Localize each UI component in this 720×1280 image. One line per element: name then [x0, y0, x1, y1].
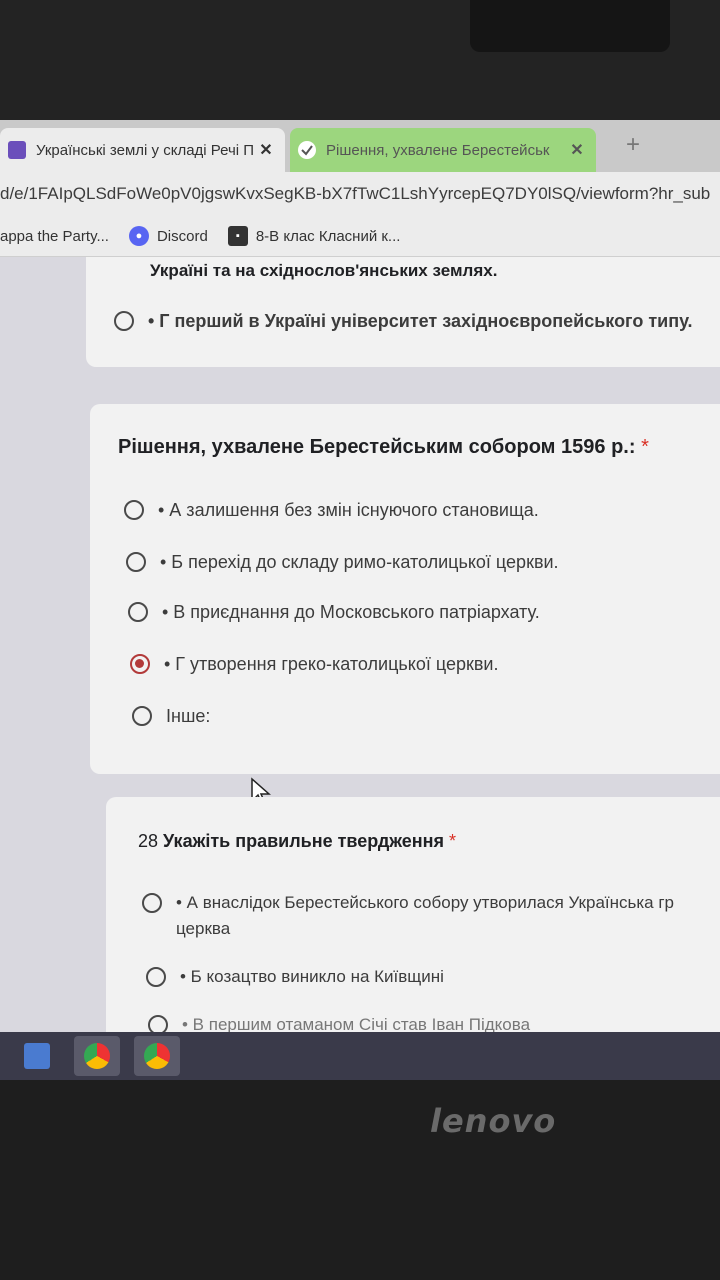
taskbar-chrome-1[interactable]	[74, 1036, 120, 1076]
option-row[interactable]: • В першим отаманом Січі став Іван Підко…	[148, 1015, 530, 1032]
radio-button[interactable]	[124, 500, 144, 520]
google-forms-icon	[8, 141, 26, 159]
option-row[interactable]: • А внаслідок Берестейського собору утво…	[142, 893, 702, 942]
radio-button[interactable]	[126, 552, 146, 572]
option-label: • А внаслідок Берестейського собору утво…	[176, 893, 675, 938]
option-label: • Г утворення греко-католицької церкви.	[164, 654, 499, 674]
previous-question-text: Україні та на східнослов'янських землях.	[150, 261, 498, 280]
option-row[interactable]: • Б перехід до складу римо-католицької ц…	[126, 552, 559, 575]
option-label: • А залишення без змін існуючого станови…	[158, 500, 539, 520]
option-row[interactable]: • А залишення без змін існуючого станови…	[124, 500, 539, 523]
bookmark-item[interactable]: appa the Party...	[0, 228, 109, 245]
laptop-screen: Українські землі у складі Речі П ✕ Рішен…	[0, 120, 720, 1080]
brand-logo: lenovo	[430, 1102, 557, 1140]
question-title: 28 Укажіть правильне твердження *	[138, 831, 456, 852]
radio-button[interactable]	[114, 311, 134, 331]
radio-button[interactable]	[148, 1015, 168, 1032]
question-number: 28	[138, 831, 159, 851]
question-title: Рішення, ухвалене Берестейським собором …	[118, 436, 649, 459]
required-asterisk: *	[641, 436, 649, 458]
form-page: Україні та на східнослов'янських землях.…	[0, 257, 720, 1032]
radio-button[interactable]	[132, 706, 152, 726]
bookmark-label: Discord	[156, 227, 208, 245]
chrome-icon	[144, 1043, 170, 1069]
address-bar[interactable]: d/e/1FAIpQLSdFoWe0pV0jgswKvxSegKB-bX7fTw…	[0, 172, 720, 216]
bookmark-class[interactable]: ▪ 8-В клас Класний к...	[227, 226, 401, 246]
option-row-other[interactable]: Інше:	[132, 706, 210, 729]
radio-button[interactable]	[142, 893, 162, 913]
taskbar-chrome-2[interactable]	[134, 1036, 180, 1076]
taskbar-file-explorer[interactable]	[14, 1036, 60, 1076]
radio-button[interactable]	[146, 967, 166, 987]
bookmark-discord[interactable]: ● Discord	[128, 226, 208, 246]
laptop-bezel-bottom	[0, 1080, 720, 1280]
option-label: • В приєднання до Московського патріарха…	[162, 602, 540, 622]
tab-inactive[interactable]: Рішення, ухвалене Берестейськ ✕	[290, 128, 596, 172]
tab-title: Рішення, ухвалене Берестейськ	[326, 141, 550, 159]
classroom-icon: ▪	[227, 226, 248, 246]
close-tab-icon[interactable]: ✕	[255, 140, 277, 160]
option-row-selected[interactable]: • Г утворення греко-католицької церкви.	[130, 654, 499, 677]
radio-button[interactable]	[128, 602, 148, 622]
tab-active[interactable]: Українські землі у складі Речі П ✕	[0, 128, 285, 172]
checkmark-icon	[298, 141, 316, 159]
question-28-card: 28 Укажіть правильне твердження * • А вн…	[106, 797, 720, 1032]
question-title-text: Укажіть правильне твердження	[163, 831, 445, 851]
bookmarks-bar: appa the Party... ● Discord ▪ 8-В клас К…	[0, 216, 720, 257]
radio-button-selected[interactable]	[130, 654, 150, 674]
close-tab-icon[interactable]: ✕	[566, 140, 588, 160]
browser-tabbar: Українські землі у складі Речі П ✕ Рішен…	[0, 120, 720, 172]
required-asterisk: *	[449, 831, 457, 851]
bookmark-label: 8-В клас Класний к...	[255, 227, 401, 245]
folder-icon	[24, 1043, 50, 1069]
chrome-icon	[84, 1043, 110, 1069]
new-tab-button[interactable]: +	[618, 130, 648, 160]
option-row[interactable]: • Г перший в Україні університет західно…	[114, 311, 693, 334]
bookmark-label: appa the Party...	[0, 227, 109, 245]
url-text[interactable]: d/e/1FAIpQLSdFoWe0pV0jgswKvxSegKB-bX7fTw…	[0, 178, 720, 210]
previous-question-card: Україні та на східнослов'янських землях.…	[86, 257, 720, 367]
webcam-housing	[470, 0, 670, 52]
option-label: • Г перший в Україні університет західно…	[148, 311, 693, 331]
tab-title: Українські землі у складі Речі П	[36, 141, 255, 159]
option-row[interactable]: • Б козацтво виникло на Київщині	[146, 967, 444, 990]
option-label: Інше:	[166, 706, 211, 726]
question-card: Рішення, ухвалене Берестейським собором …	[90, 404, 720, 774]
question-title-text: Рішення, ухвалене Берестейським собором …	[118, 436, 636, 458]
option-row[interactable]: • В приєднання до Московського патріарха…	[128, 602, 540, 625]
windows-taskbar	[0, 1032, 720, 1080]
option-label: • В першим отаманом Січі став Іван Підко…	[182, 1015, 531, 1032]
option-label: • Б перехід до складу римо-католицької ц…	[160, 552, 559, 572]
option-label: • Б козацтво виникло на Київщині	[180, 967, 444, 986]
discord-icon: ●	[128, 226, 149, 246]
